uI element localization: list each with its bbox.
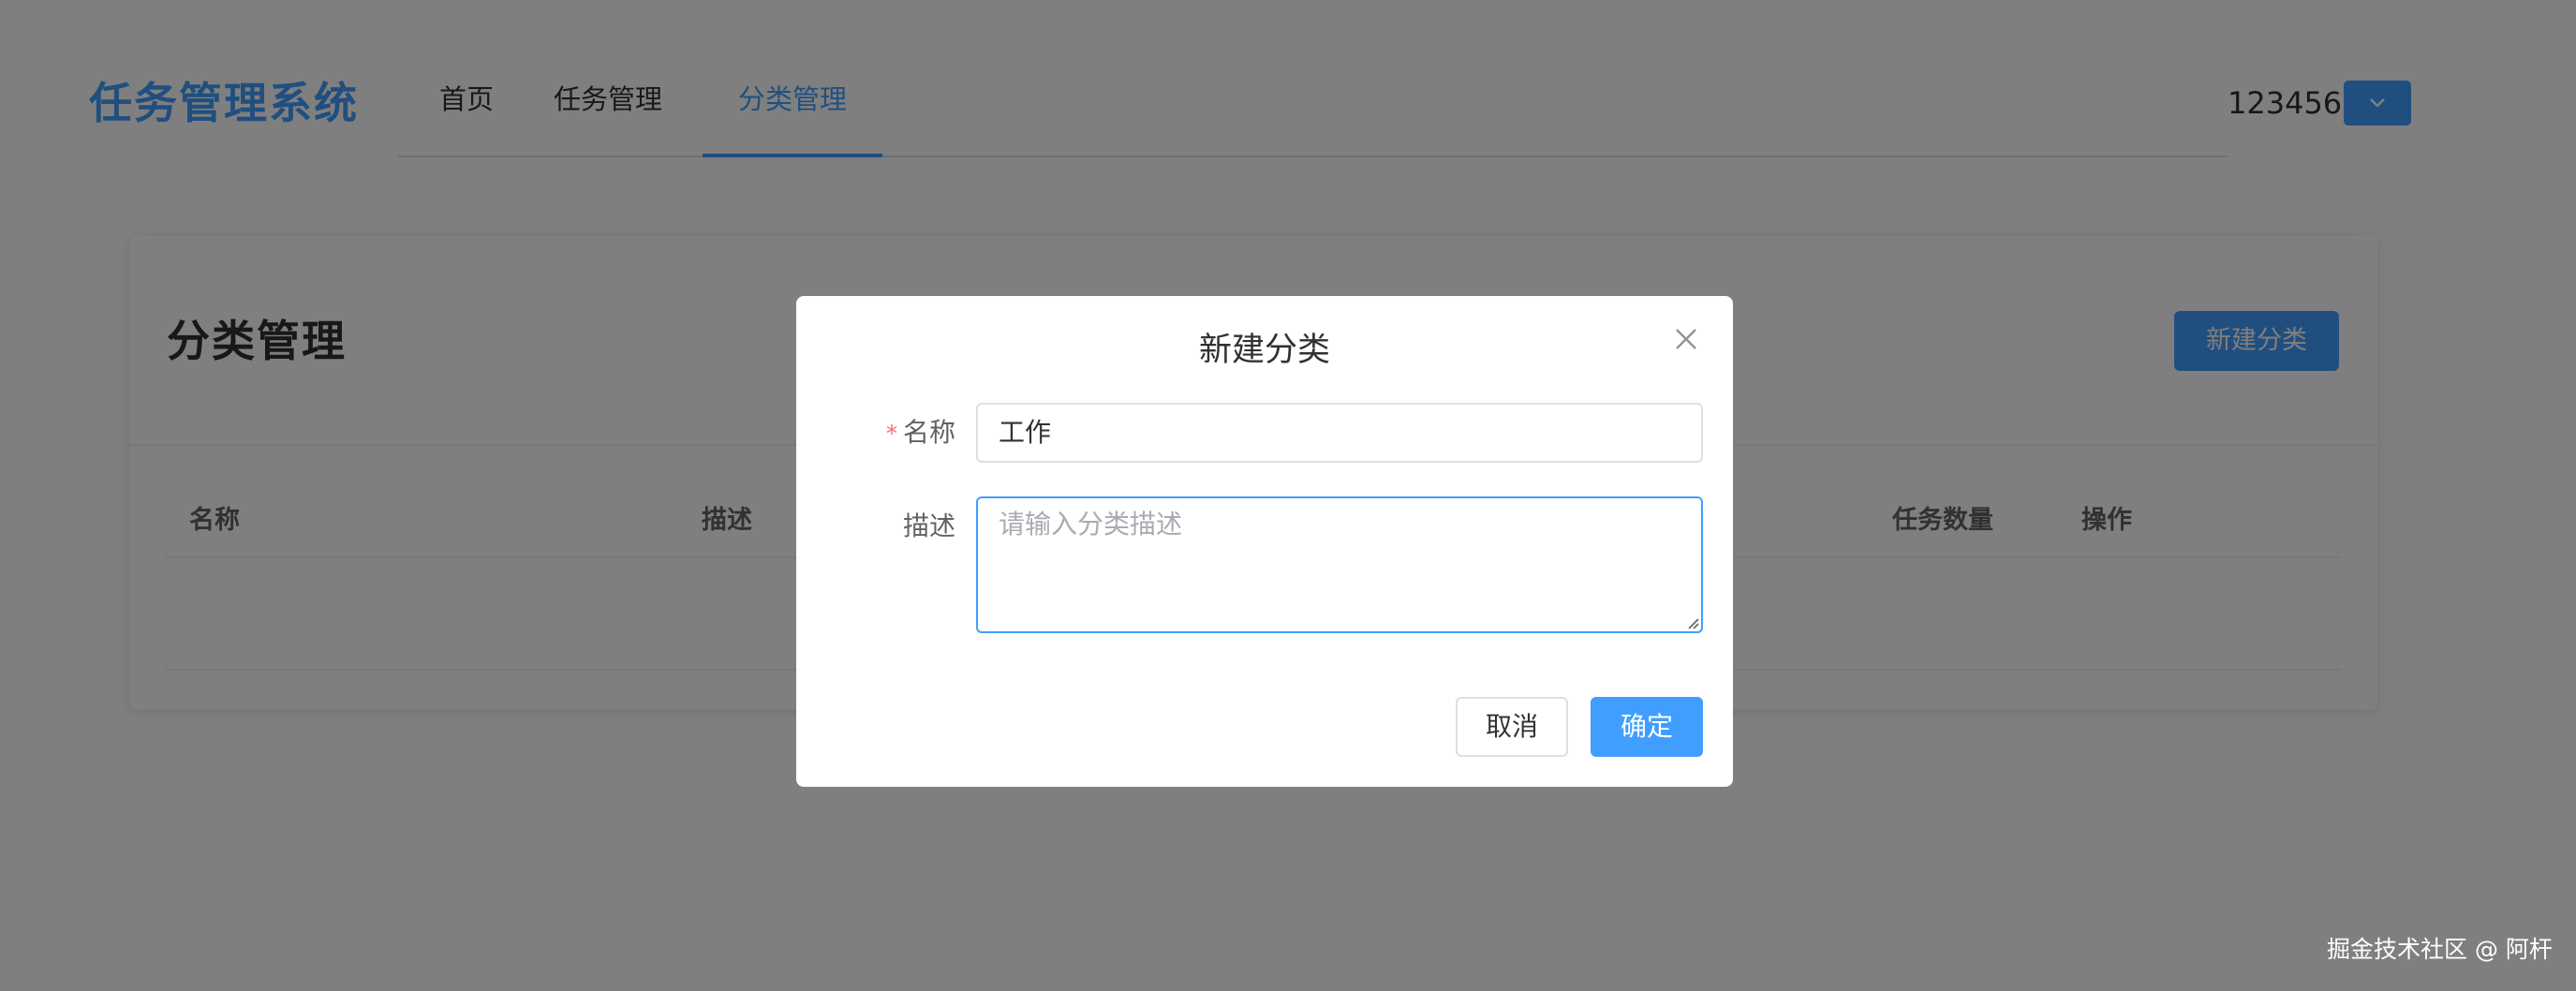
cancel-button[interactable]: 取消: [1456, 697, 1568, 757]
close-icon: [1676, 329, 1696, 349]
description-textarea[interactable]: 请输入分类描述: [976, 496, 1703, 633]
dialog-title: 新建分类: [1198, 332, 1330, 369]
new-category-dialog: 新建分类 * 名称 工作 描述 请输入分类描述 取消 确定: [796, 296, 1733, 787]
resize-handle-icon[interactable]: [1686, 616, 1699, 629]
description-field-label: 描述: [902, 510, 955, 541]
close-button[interactable]: [1671, 324, 1701, 354]
description-placeholder: 请输入分类描述: [999, 509, 1183, 540]
name-field-label: * 名称: [796, 414, 955, 452]
watermark: 掘金技术社区 @ 阿杆: [2327, 936, 2553, 963]
name-label-text: 名称: [902, 417, 955, 448]
name-input[interactable]: 工作: [976, 403, 1703, 463]
confirm-button[interactable]: 确定: [1591, 697, 1703, 757]
required-mark: *: [885, 421, 897, 447]
